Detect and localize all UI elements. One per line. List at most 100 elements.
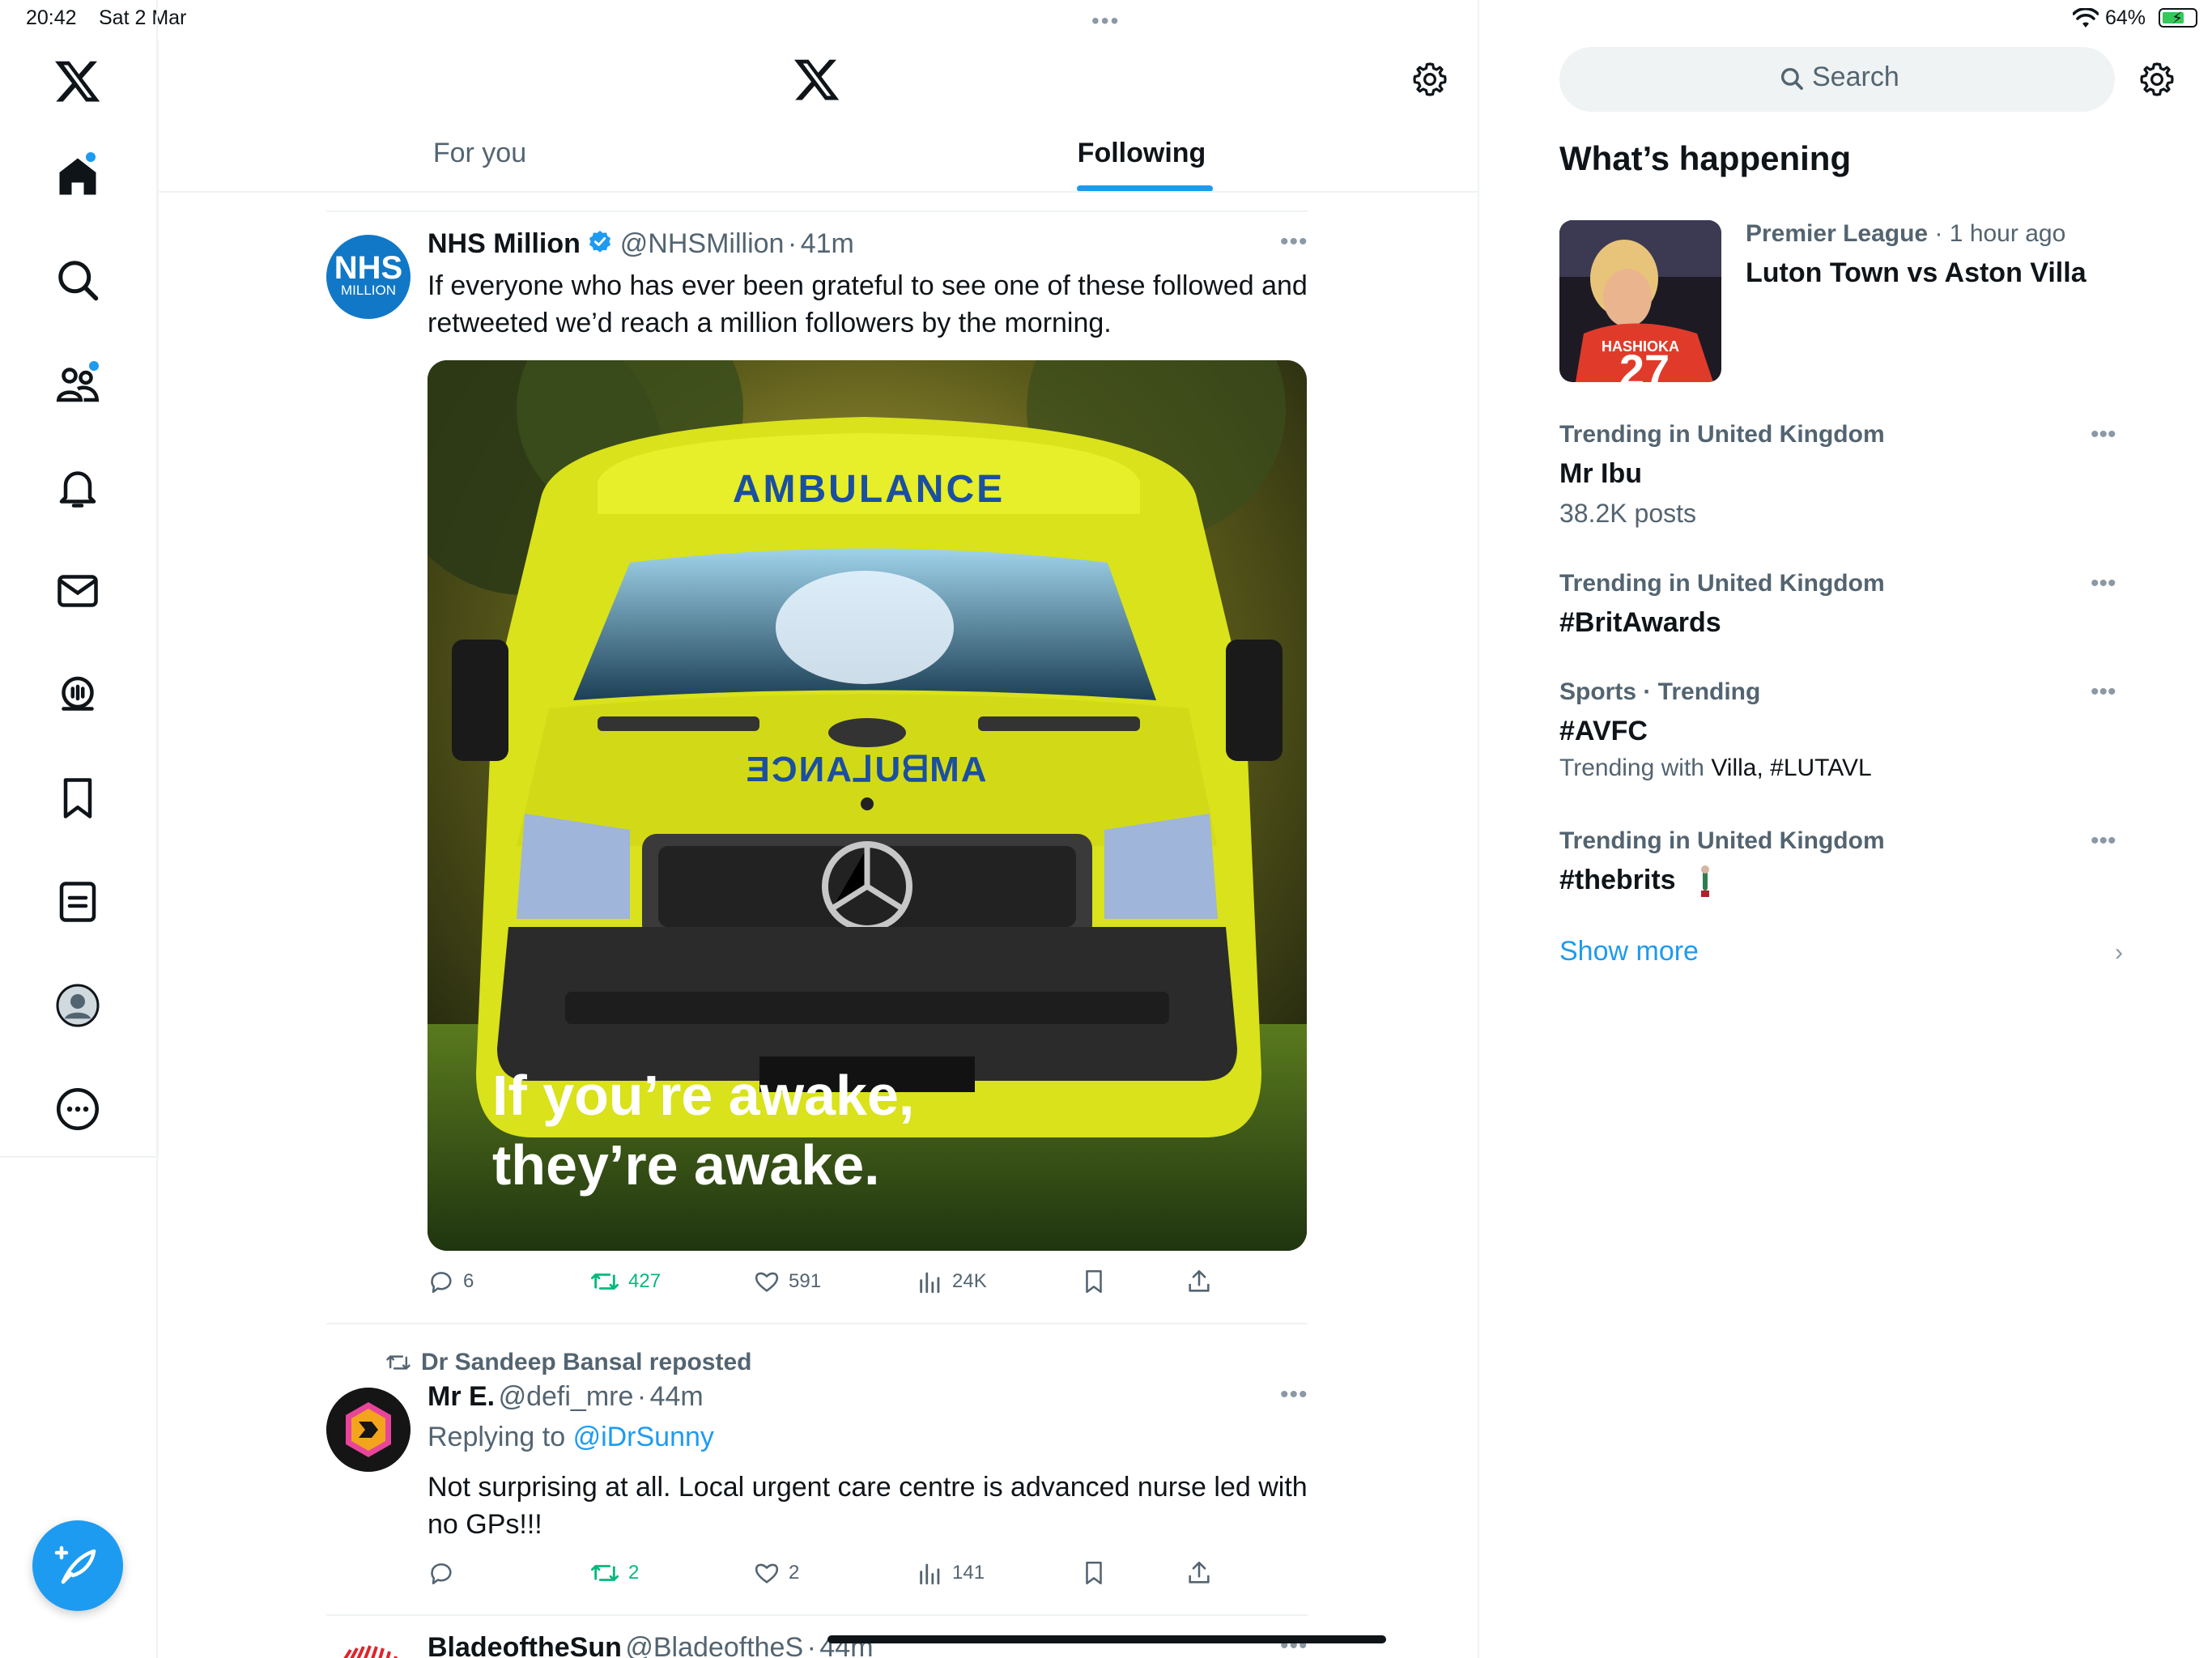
author-name[interactable]: BladeoftheSun [428,1632,622,1658]
bookmark-button[interactable] [1080,1559,1108,1587]
x-header-logo-icon[interactable] [792,55,842,104]
notifications-bell-icon[interactable] [53,463,102,512]
share-button[interactable] [1185,1559,1213,1587]
trend-item[interactable]: Trending in United Kingdom #BritAwards [1559,570,2126,651]
repost-by-label[interactable]: Dr Sandeep Bansal reposted [421,1349,751,1376]
featured-time: 1 hour ago [1949,220,2066,247]
lists-icon[interactable] [53,878,102,926]
trend-context: Trending in United Kingdom [1559,827,1885,854]
messages-envelope-icon[interactable] [53,567,102,615]
tabs-divider [158,191,1478,193]
search-icon [1778,65,1806,92]
tab-following[interactable]: Following [818,121,1465,191]
home-notification-dot [86,152,96,162]
trend-title: #BritAwards [1559,607,1721,638]
featured-trend-context: Premier League · 1 hour ago [1746,220,2065,248]
explore-search-icon[interactable] [53,256,102,304]
nhs-million-avatar[interactable]: NHS MILLION [326,235,410,319]
reply-button[interactable]: 6 [428,1268,474,1295]
bladeofthesun-avatar[interactable] [326,1634,410,1658]
status-date: Sat 2 Mar [99,6,187,29]
repost-button[interactable]: 427 [589,1268,661,1295]
tab-for-you-label: For you [432,138,527,168]
repost-icon [591,1273,619,1290]
bookmark-button[interactable] [1080,1268,1108,1295]
repost-count: 2 [628,1562,640,1584]
trend-more-icon[interactable]: ••• [2091,570,2116,597]
like-count: 2 [789,1562,800,1584]
trend-item[interactable]: Trending in United Kingdom #thebrits [1559,827,2126,908]
reply-icon [431,1563,452,1585]
trend-more-icon[interactable]: ••• [2091,827,2116,855]
author-handle[interactable]: @BladeoftheS [625,1632,803,1658]
tweet-mr-e[interactable]: Dr Sandeep Bansal reposted Mr E. @defi_m… [326,1324,1308,1613]
meta-separator: · [1934,220,1943,247]
trend-more-icon[interactable]: ••• [2091,678,2116,706]
author-handle[interactable]: @NHSMillion [620,228,785,259]
trend-title: #AVFC [1559,716,1648,746]
compose-post-button[interactable] [32,1520,123,1611]
reply-count: 6 [463,1270,474,1292]
trend-context: Trending in United Kingdom [1559,570,1885,597]
like-button[interactable]: 2 [753,1559,799,1587]
like-heart-icon [755,1563,779,1584]
replying-to-link[interactable]: @iDrSunny [573,1422,714,1452]
tab-for-you[interactable]: For you [158,121,802,191]
bookmarks-icon[interactable] [53,774,102,823]
meta-separator: · [636,1381,647,1412]
author-name[interactable]: Mr E. [428,1381,495,1412]
battery-percentage: 64% [2105,6,2146,29]
trending-with-prefix: Trending with [1559,755,1712,781]
mr-e-avatar[interactable] [326,1388,410,1472]
featured-trend-title[interactable]: Luton Town vs Aston Villa [1746,257,2087,289]
wifi-icon [2073,8,2099,29]
trend-title: Mr Ibu [1559,458,1642,489]
tab-following-label: Following [1077,138,1206,168]
more-options-icon[interactable] [53,1085,102,1133]
author-name[interactable]: NHS Million [428,228,581,259]
spaces-icon[interactable] [53,670,102,719]
home-icon[interactable] [53,152,102,201]
views-button[interactable]: 141 [917,1559,985,1587]
tweet-more-icon[interactable]: ••• [1280,228,1308,256]
trend-item[interactable]: Trending in United Kingdom Mr Ibu 38.2K … [1559,421,2126,542]
show-more-link[interactable]: Show more [1559,936,1699,967]
like-button[interactable]: 591 [753,1268,821,1295]
post-time[interactable]: 41m [801,228,854,259]
repost-button[interactable]: 2 [589,1559,639,1587]
bookmark-icon [1086,1561,1102,1585]
chevron-right-icon[interactable]: › [2115,939,2123,967]
reply-button[interactable] [428,1559,463,1587]
status-bar: 20:42 Sat 2 Mar ••• 64% ⚡ [0,0,2212,39]
tweet-header: Mr E. @defi_mre · 44m [428,1381,704,1413]
tweet-header: BladeoftheSun @BladeoftheS · 44m [428,1632,874,1658]
explore-settings-gear-icon[interactable] [2138,60,2176,99]
tweet-media-ambulance-image[interactable]: AMBULANCE ƎƆИA⅃UᗺMA If you’re awake, the… [428,360,1307,1251]
trend-context: Trending in United Kingdom [1559,421,1885,448]
view-count: 141 [952,1562,985,1584]
tweet-more-icon[interactable]: ••• [1280,1381,1308,1409]
timeline-settings-gear-icon[interactable] [1410,60,1449,99]
view-count: 24K [952,1270,987,1292]
post-time[interactable]: 44m [650,1381,704,1412]
featured-trend-image[interactable]: HASHIOKA 27 [1559,220,1721,382]
repost-count: 427 [628,1270,661,1292]
share-button[interactable] [1185,1268,1213,1295]
views-chart-icon [920,1272,940,1294]
trend-more-icon[interactable]: ••• [2091,421,2116,449]
views-button[interactable]: 24K [917,1268,987,1295]
multitasking-dots-icon[interactable]: ••• [1091,8,1120,34]
verified-badge-icon [587,229,613,255]
communities-icon[interactable] [53,359,102,408]
like-count: 591 [789,1270,822,1292]
caption-line1: If you’re awake, [492,1064,914,1127]
trending-with-links[interactable]: Villa, #LUTAVL [1711,755,1871,781]
profile-avatar-icon[interactable] [53,981,102,1030]
trend-item[interactable]: Sports · Trending #AVFC Trending with Vi… [1559,678,2126,792]
home-indicator-bar[interactable] [827,1635,1386,1643]
replying-prefix: Replying to [428,1422,566,1452]
reply-icon [431,1272,452,1294]
author-handle[interactable]: @defi_mre [499,1381,634,1412]
x-logo-icon[interactable] [53,57,102,105]
left-nav-bottom-divider [0,1156,157,1158]
